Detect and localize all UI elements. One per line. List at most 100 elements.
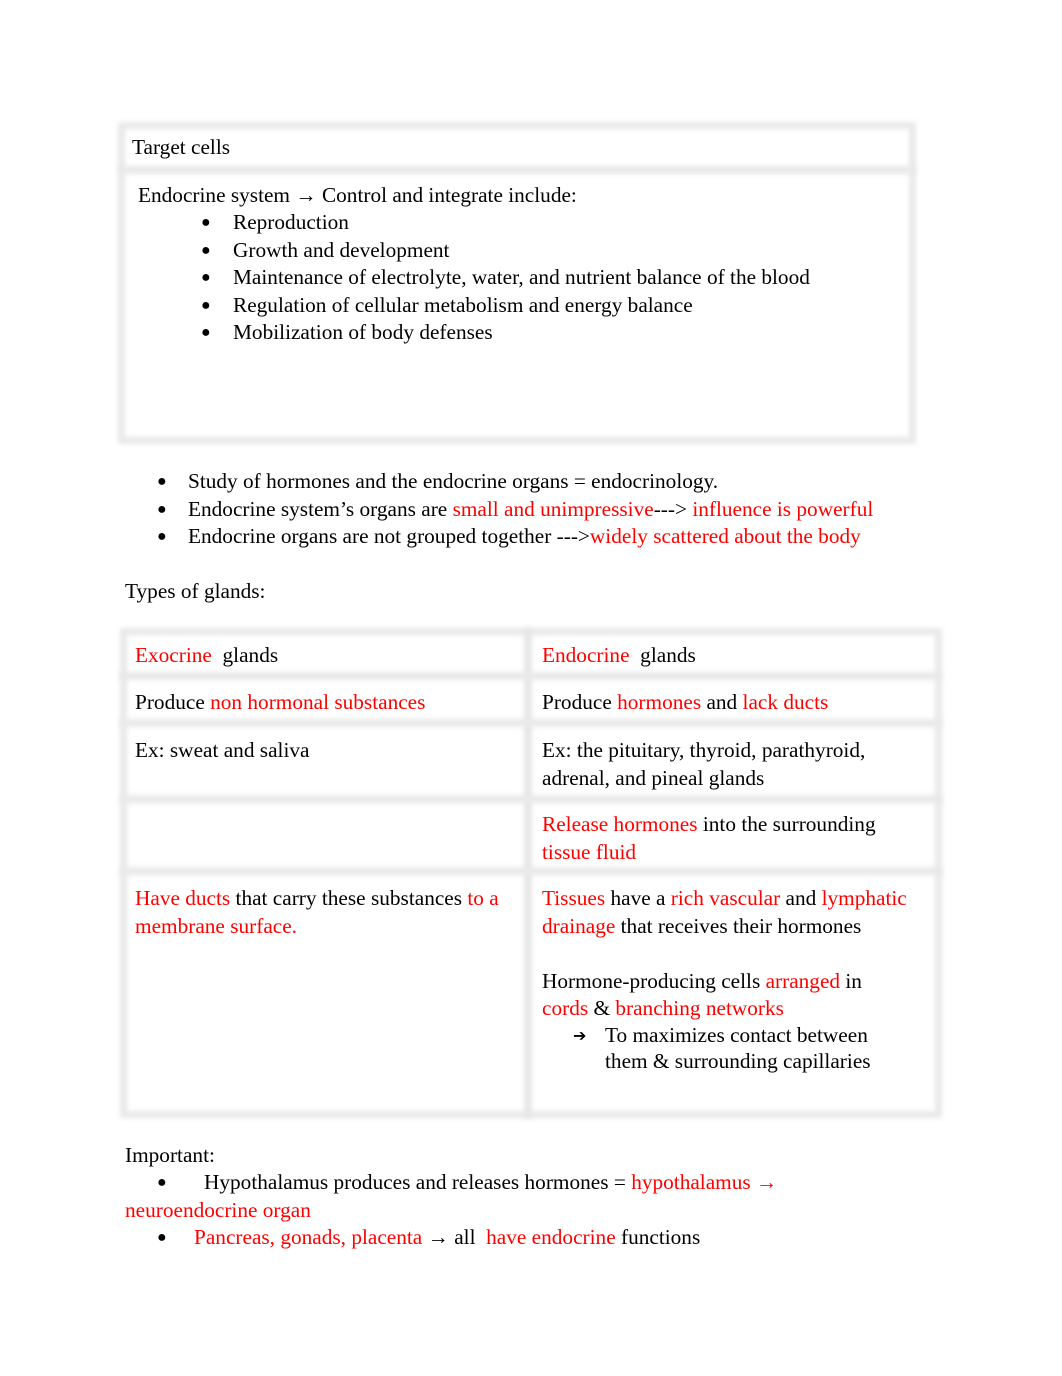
highlighted-text: Tissues bbox=[542, 886, 606, 910]
highlighted-text: membrane surface. bbox=[135, 913, 298, 938]
text-line: Release hormones into the surrounding bbox=[542, 811, 876, 839]
list-item: ● Maintenance of electrolyte, water, and… bbox=[201, 264, 810, 292]
text-run: in bbox=[840, 968, 862, 993]
highlighted-text: widely scattered about the body bbox=[589, 524, 861, 548]
highlighted-text: Have ducts bbox=[135, 886, 231, 910]
exocrine-produce-cell: Produce non hormonal substances bbox=[135, 689, 425, 717]
highlighted-text: branching networks bbox=[615, 996, 784, 1020]
highlighted-text: small and unimpressive bbox=[452, 496, 654, 521]
bullet-icon: ● bbox=[157, 473, 167, 490]
fact-item: ● Study of hormones and the endocrine or… bbox=[157, 468, 873, 496]
bullet-icon: ● bbox=[201, 214, 211, 231]
text-line: Hormone-producing cells arranged in bbox=[542, 968, 907, 996]
list-item-text: Reproduction bbox=[233, 210, 349, 234]
text-run: Ex: sweat and saliva bbox=[135, 738, 310, 762]
highlighted-text: tissue fluid bbox=[542, 839, 637, 864]
functions-list: ● Reproduction ● Growth and development … bbox=[201, 209, 810, 347]
text-run: and bbox=[780, 886, 822, 910]
arrow-right-icon: ➔ bbox=[573, 1026, 587, 1045]
fact-text: Endocrine organs are not grouped togethe… bbox=[188, 524, 861, 548]
text-line: cords & branching networks bbox=[542, 995, 907, 1023]
endocrine-tissues-cell: Tissues have a rich vascular and lymphat… bbox=[542, 885, 907, 1023]
list-item: ● Reproduction bbox=[201, 209, 810, 237]
highlighted-text: hypothalamus → bbox=[631, 1170, 778, 1194]
highlighted-text: arranged bbox=[765, 968, 841, 993]
highlighted-text: cords bbox=[542, 996, 589, 1020]
exocrine-header-cell: Exocrine glands bbox=[135, 642, 278, 670]
row-divider bbox=[120, 867, 942, 875]
text-line: ● Hypothalamus produces and releases hor… bbox=[125, 1169, 885, 1197]
exocrine-example-cell: Ex: sweat and saliva bbox=[135, 737, 309, 765]
text-line: To maximizes contact between bbox=[605, 1023, 868, 1047]
row-divider bbox=[120, 795, 942, 803]
text-run: functions bbox=[615, 1225, 701, 1249]
highlighted-text: to a bbox=[467, 886, 499, 910]
text-run: Produce bbox=[135, 690, 211, 714]
text-line: them & surrounding capillaries bbox=[605, 1048, 871, 1073]
highlighted-text: lymphatic bbox=[821, 886, 907, 910]
fact-text: Study of hormones and the endocrine orga… bbox=[188, 469, 719, 493]
text-run: Produce bbox=[542, 690, 618, 714]
bullet-icon: ● bbox=[201, 241, 211, 259]
bullet-icon: ● bbox=[201, 296, 211, 314]
list-item: ● Growth and development bbox=[201, 237, 810, 265]
target-cells-header: Target cells bbox=[132, 135, 231, 159]
endocrine-intro: Endocrine system → Control and integrate… bbox=[138, 182, 577, 210]
text-run: Hypothalamus produces and releases hormo… bbox=[204, 1170, 632, 1194]
text-run: → all bbox=[422, 1225, 487, 1249]
text-run: glands bbox=[629, 643, 696, 667]
highlighted-text: Pancreas, gonads, placenta bbox=[194, 1225, 423, 1249]
highlighted-text: drainage bbox=[542, 913, 616, 938]
text-run: ---> bbox=[653, 496, 693, 521]
list-item: ● Regulation of cellular metabolism and … bbox=[201, 292, 810, 320]
highlighted-text: Exocrine bbox=[135, 643, 212, 667]
text-line: Have ducts that carry these substances t… bbox=[135, 885, 499, 913]
endocrine-produce-cell: Produce hormones and lack ducts bbox=[542, 689, 828, 717]
highlighted-text: have endocrine bbox=[486, 1225, 616, 1249]
fact-item: ● Endocrine system’s organs are small an… bbox=[157, 496, 873, 524]
exocrine-ducts-cell: Have ducts that carry these substances t… bbox=[135, 885, 499, 940]
bullet-icon: ● bbox=[201, 324, 211, 341]
text-line: Ex: the pituitary, thyroid, parathyroid, bbox=[542, 738, 866, 762]
list-item-text: Growth and development bbox=[233, 237, 450, 262]
text-run: Endocrine system’s organs are bbox=[188, 496, 453, 521]
row-divider bbox=[120, 719, 942, 727]
highlighted-text: Endocrine bbox=[542, 643, 630, 667]
facts-list: ● Study of hormones and the endocrine or… bbox=[157, 468, 873, 551]
text-line: Tissues have a rich vascular and lymphat… bbox=[542, 885, 907, 913]
text-run: glands bbox=[211, 643, 279, 667]
list-item-text: Mobilization of body defenses bbox=[233, 320, 493, 344]
highlighted-text: Release hormones bbox=[542, 812, 698, 836]
heading-text: Types of glands: bbox=[125, 579, 266, 603]
highlighted-text: lack ducts bbox=[742, 690, 829, 714]
bullet-icon: ● bbox=[157, 1229, 167, 1246]
fact-text: Endocrine system’s organs are small and … bbox=[188, 497, 873, 521]
highlighted-text: hormones bbox=[617, 690, 702, 714]
bullet-icon: ● bbox=[157, 528, 167, 545]
table-header-cell: Target cells bbox=[132, 134, 230, 162]
text-run: that carry these substances bbox=[230, 886, 468, 910]
table-row-divider bbox=[118, 166, 916, 174]
list-item: ● Mobilization of body defenses bbox=[201, 319, 810, 347]
arrow-item-text: To maximizes contact between them & surr… bbox=[605, 1023, 871, 1074]
bullet-icon: ● bbox=[157, 1174, 167, 1191]
row-divider bbox=[120, 672, 942, 680]
highlighted-text: non hormonal substances bbox=[210, 690, 426, 714]
text-run: & bbox=[588, 996, 616, 1020]
text-run: into the surrounding bbox=[697, 812, 876, 836]
bullet-icon: ● bbox=[157, 500, 167, 518]
text-run: have a bbox=[605, 886, 671, 910]
endocrine-example-cell: Ex: the pituitary, thyroid, parathyroid,… bbox=[542, 737, 865, 792]
heading-text: Important: bbox=[125, 1143, 215, 1167]
fact-item: ● Endocrine organs are not grouped toget… bbox=[157, 523, 873, 551]
bullet-icon: ● bbox=[201, 269, 211, 286]
arrow-list-item: ➔ To maximizes contact between them & su… bbox=[573, 1023, 871, 1074]
intro-text: Endocrine system → Control and integrate… bbox=[138, 183, 577, 207]
text-run: that receives their hormones bbox=[615, 913, 862, 938]
text-line: adrenal, and pineal glands bbox=[542, 765, 765, 790]
highlighted-text: influence is powerful bbox=[692, 496, 874, 521]
text-run: and bbox=[701, 690, 743, 714]
list-item-text: Maintenance of electrolyte, water, and n… bbox=[233, 265, 810, 289]
list-item-text: Regulation of cellular metabolism and en… bbox=[233, 292, 693, 317]
